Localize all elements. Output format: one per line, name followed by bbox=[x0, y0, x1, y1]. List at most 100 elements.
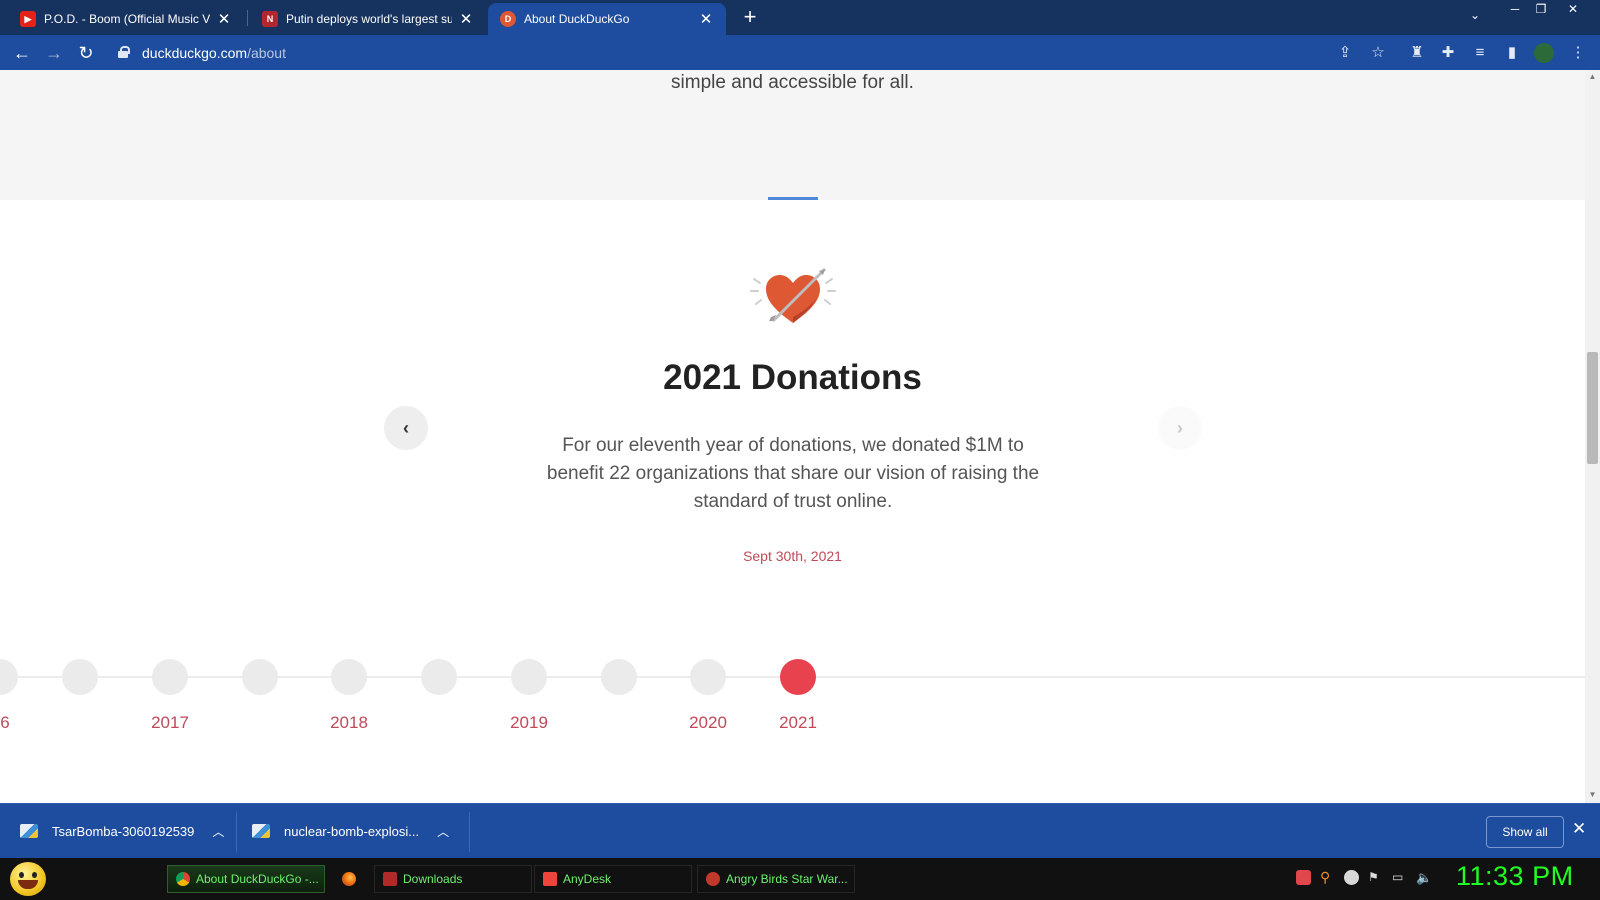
taskbar-app-anydesk[interactable]: AnyDesk bbox=[534, 865, 692, 893]
timeline-dot[interactable] bbox=[0, 659, 18, 695]
profile-avatar-icon[interactable] bbox=[1534, 43, 1554, 63]
donation-description: For our eleventh year of donations, we d… bbox=[546, 435, 1040, 512]
page-viewport: simple and accessible for all. 2021 Dona… bbox=[0, 70, 1600, 803]
tab-title: Putin deploys world's largest sub bbox=[286, 12, 452, 26]
download-filename: nuclear-bomb-explosi... bbox=[284, 823, 420, 839]
anydesk-tray-icon[interactable] bbox=[1296, 870, 1311, 885]
timeline-year[interactable]: 6 bbox=[0, 713, 45, 733]
volume-tray-icon[interactable]: 🔈 bbox=[1416, 870, 1432, 885]
donation-date: Sept 30th, 2021 bbox=[743, 548, 842, 564]
tab-strip: ▶ P.O.D. - Boom (Official Music Vid ✕ N … bbox=[0, 0, 1600, 35]
lock-icon[interactable] bbox=[118, 46, 130, 58]
download-item[interactable]: nuclear-bomb-explosi... ︿ bbox=[252, 814, 449, 848]
extension-icon[interactable]: ♜ bbox=[1407, 43, 1427, 63]
timeline-year[interactable]: 2021 bbox=[758, 713, 838, 733]
tab-about-duckduckgo[interactable]: D About DuckDuckGo ✕ bbox=[488, 3, 726, 35]
chevron-up-icon[interactable]: ︿ bbox=[437, 823, 449, 840]
search-tray-icon[interactable]: ⚲ bbox=[1320, 870, 1335, 885]
taskbar-app-label: AnyDesk bbox=[563, 872, 612, 886]
tab-title: P.O.D. - Boom (Official Music Vid bbox=[44, 12, 210, 26]
bookmark-star-icon[interactable]: ☆ bbox=[1368, 43, 1388, 63]
download-shelf: TsarBomba-3060192539 ︿ nuclear-bomb-expl… bbox=[0, 803, 1600, 858]
minimize-icon[interactable]: ─ bbox=[1502, 0, 1528, 18]
image-file-icon bbox=[252, 824, 270, 838]
download-filename: TsarBomba-3060192539 bbox=[52, 823, 195, 839]
youtube-icon: ▶ bbox=[20, 11, 36, 27]
tab-putin-news[interactable]: N Putin deploys world's largest sub ✕ bbox=[250, 3, 486, 35]
menu-kebab-icon[interactable]: ⋮ bbox=[1568, 43, 1588, 63]
timeline-dot-2021-active[interactable] bbox=[780, 659, 816, 695]
timeline-year[interactable]: 2020 bbox=[668, 713, 748, 733]
heart-with-arrow-icon bbox=[750, 267, 836, 323]
timeline-dot[interactable] bbox=[601, 659, 637, 695]
timeline-dot-2020[interactable] bbox=[690, 659, 726, 695]
back-button[interactable]: ← bbox=[10, 41, 34, 65]
tab-pod-boom[interactable]: ▶ P.O.D. - Boom (Official Music Vid ✕ bbox=[8, 3, 244, 35]
timeline-dot[interactable] bbox=[242, 659, 278, 695]
taskbar-clock[interactable]: 11:33 PM bbox=[1456, 861, 1574, 892]
download-separator bbox=[236, 812, 237, 852]
close-tab-icon[interactable]: ✕ bbox=[216, 10, 232, 28]
url-domain: duckduckgo.com bbox=[142, 45, 248, 61]
news-site-icon: N bbox=[262, 11, 278, 27]
close-download-shelf-icon[interactable]: ✕ bbox=[1572, 819, 1586, 839]
tab-title: About DuckDuckGo bbox=[524, 12, 630, 26]
section-tab-indicator bbox=[768, 197, 818, 200]
url-text[interactable]: duckduckgo.com/about bbox=[142, 45, 286, 61]
taskbar-app-chrome[interactable]: About DuckDuckGo -... bbox=[167, 865, 325, 893]
taskbar-app-firefox[interactable] bbox=[333, 865, 363, 893]
taskbar-app-label: Angry Birds Star War... bbox=[726, 872, 848, 886]
restore-icon[interactable]: ❐ bbox=[1528, 0, 1554, 18]
carousel-prev-button[interactable]: ‹ bbox=[384, 406, 428, 450]
show-all-downloads-button[interactable]: Show all bbox=[1486, 816, 1564, 848]
start-button-smiley-icon[interactable] bbox=[10, 862, 46, 896]
duckduckgo-icon: D bbox=[500, 11, 516, 27]
timeline-dot-2017[interactable] bbox=[152, 659, 188, 695]
about-intro-section: simple and accessible for all. bbox=[0, 70, 1585, 200]
timeline-year[interactable]: 2017 bbox=[130, 713, 210, 733]
donation-title: 2021 Donations bbox=[663, 358, 922, 397]
network-tray-icon[interactable]: ▭ bbox=[1392, 870, 1407, 885]
chevron-up-icon[interactable]: ︿ bbox=[212, 823, 224, 840]
scroll-up-arrow-icon[interactable]: ▲ bbox=[1585, 72, 1600, 81]
taskbar-app-angry-birds[interactable]: Angry Birds Star War... bbox=[697, 865, 855, 893]
side-panel-icon[interactable]: ▮ bbox=[1502, 43, 1522, 63]
taskbar-app-label: Downloads bbox=[403, 872, 463, 886]
timeline-dot-2018[interactable] bbox=[331, 659, 367, 695]
angry-birds-icon bbox=[706, 872, 720, 886]
close-tab-icon[interactable]: ✕ bbox=[458, 10, 474, 28]
download-separator bbox=[469, 812, 470, 852]
carousel-next-button[interactable]: › bbox=[1158, 406, 1202, 450]
address-bar[interactable]: duckduckgo.com/about bbox=[108, 39, 1398, 67]
timeline-dot[interactable] bbox=[421, 659, 457, 695]
timeline-year[interactable]: 2019 bbox=[489, 713, 569, 733]
folder-icon bbox=[383, 872, 397, 886]
reload-button[interactable]: ↻ bbox=[74, 41, 98, 65]
chrome-icon bbox=[176, 872, 190, 886]
share-icon[interactable]: ⇪ bbox=[1335, 43, 1355, 63]
scroll-down-arrow-icon[interactable]: ▼ bbox=[1585, 790, 1600, 799]
close-window-icon[interactable]: ✕ bbox=[1560, 0, 1586, 18]
anydesk-icon bbox=[543, 872, 557, 886]
forward-button[interactable]: → bbox=[42, 41, 66, 65]
timeline-year[interactable]: 2018 bbox=[309, 713, 389, 733]
page-scrollbar[interactable]: ▲ ▼ bbox=[1585, 70, 1600, 803]
taskbar-app-downloads[interactable]: Downloads bbox=[374, 865, 532, 893]
flag-tray-icon[interactable]: ⚑ bbox=[1368, 870, 1383, 885]
new-tab-button[interactable]: + bbox=[738, 5, 762, 29]
timeline-dot[interactable] bbox=[62, 659, 98, 695]
scrollbar-thumb[interactable] bbox=[1587, 352, 1598, 464]
url-path: /about bbox=[247, 45, 286, 61]
timeline-dot-2019[interactable] bbox=[511, 659, 547, 695]
extensions-puzzle-icon[interactable]: ✚ bbox=[1438, 43, 1458, 63]
reading-list-icon[interactable]: ≡ bbox=[1470, 43, 1490, 63]
tab-search-chevron-icon[interactable]: ⌄ bbox=[1470, 8, 1480, 22]
os-taskbar: About DuckDuckGo -... Downloads AnyDesk … bbox=[0, 858, 1600, 900]
download-item[interactable]: TsarBomba-3060192539 ︿ bbox=[20, 814, 224, 848]
tab-separator bbox=[247, 10, 248, 26]
intro-tagline: simple and accessible for all. bbox=[671, 72, 914, 93]
browser-toolbar: ← → ↻ duckduckgo.com/about ⇪ ☆ ♜ ✚ ≡ ▮ ⋮ bbox=[0, 35, 1600, 70]
image-file-icon bbox=[20, 824, 38, 838]
close-tab-icon[interactable]: ✕ bbox=[698, 10, 714, 28]
messenger-tray-icon[interactable] bbox=[1344, 870, 1359, 885]
